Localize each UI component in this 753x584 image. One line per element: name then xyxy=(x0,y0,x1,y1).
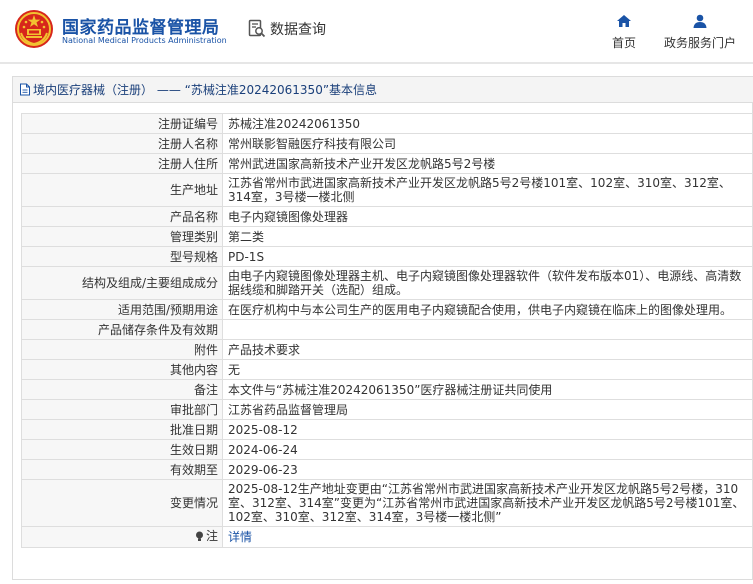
data-query-label: 数据查询 xyxy=(270,22,326,38)
nav-home-label: 首页 xyxy=(611,36,636,50)
field-value: 电子内窥镜图像处理器 xyxy=(222,206,753,227)
user-icon xyxy=(693,14,707,28)
site-title[interactable]: 国家药品监督管理局 xyxy=(62,13,220,38)
table-row: 适用范围/预期用途 在医疗机构中与本公司生产的医用电子内窥镜配合使用，供电子内窥… xyxy=(21,299,753,320)
table-row: 注册人名称 常州联影智融医疗科技有限公司 xyxy=(21,133,753,154)
field-label: 产品名称 xyxy=(21,206,223,227)
field-label: 备注 xyxy=(21,379,223,400)
field-label: 注册人住所 xyxy=(21,153,223,174)
note-label-cell: 注 xyxy=(21,526,223,548)
field-value: 江苏省常州市武进国家高新技术产业开发区龙帆路5号2号楼101室、102室、310… xyxy=(222,173,753,207)
table-row: 管理类别 第二类 xyxy=(21,226,753,247)
panel-title-bar: 境内医疗器械（注册） —— “苏械注准20242061350”基本信息 xyxy=(13,77,753,103)
field-label: 生效日期 xyxy=(21,439,223,460)
data-query-link[interactable]: 数据查询 xyxy=(248,18,326,40)
field-label: 适用范围/预期用途 xyxy=(21,299,223,320)
document-icon xyxy=(20,83,30,96)
registration-info-table: 注册证编号 苏械注准20242061350 注册人名称 常州联影智融医疗科技有限… xyxy=(21,113,753,548)
field-value: 2024-06-24 xyxy=(222,439,753,460)
panel-title: 境内医疗器械（注册） —— “苏械注准20242061350”基本信息 xyxy=(33,83,378,97)
table-row: 批准日期 2025-08-12 xyxy=(21,419,753,440)
field-value: 在医疗机构中与本公司生产的医用电子内窥镜配合使用，供电子内窥镜在临床上的图像处理… xyxy=(222,299,753,320)
field-label: 注册证编号 xyxy=(21,113,223,134)
table-row: 注册证编号 苏械注准20242061350 xyxy=(21,113,753,134)
table-row: 注 详情 xyxy=(21,526,753,548)
field-label: 管理类别 xyxy=(21,226,223,247)
lightbulb-icon xyxy=(195,531,203,541)
table-row: 有效期至 2029-06-23 xyxy=(21,459,753,480)
field-value: 常州联影智融医疗科技有限公司 xyxy=(222,133,753,154)
data-query-icon xyxy=(248,19,266,38)
field-label: 注册人名称 xyxy=(21,133,223,154)
field-value: 无 xyxy=(222,359,753,380)
field-value: 本文件与“苏械注准20242061350”医疗器械注册证共同使用 xyxy=(222,379,753,400)
field-label: 生产地址 xyxy=(21,173,223,207)
table-row: 备注 本文件与“苏械注准20242061350”医疗器械注册证共同使用 xyxy=(21,379,753,400)
nav-gov-service-portal[interactable]: 政务服务门户 xyxy=(660,14,740,51)
site-header: 国家药品监督管理局 National Medical Products Admi… xyxy=(0,0,753,62)
table-row: 生效日期 2024-06-24 xyxy=(21,439,753,460)
nav-gov-service-label: 政务服务门户 xyxy=(663,36,736,50)
note-label: 注 xyxy=(205,529,218,543)
field-value: 2029-06-23 xyxy=(222,459,753,480)
field-label: 有效期至 xyxy=(21,459,223,480)
home-icon xyxy=(617,15,631,27)
field-value: 江苏省药品监督管理局 xyxy=(222,399,753,420)
details-link[interactable]: 详情 xyxy=(228,530,252,544)
note-key: 注 xyxy=(195,529,218,543)
table-row: 审批部门 江苏省药品监督管理局 xyxy=(21,399,753,420)
detail-panel: 境内医疗器械（注册） —— “苏械注准20242061350”基本信息 注册证编… xyxy=(12,76,753,580)
table-row: 结构及组成/主要组成成分 由电子内窥镜图像处理器主机、电子内窥镜图像处理器软件（… xyxy=(21,266,753,300)
field-label: 其他内容 xyxy=(21,359,223,380)
nav-home[interactable]: 首页 xyxy=(606,14,642,51)
national-emblem-icon[interactable] xyxy=(14,9,54,49)
site-subtitle[interactable]: National Medical Products Administration xyxy=(62,36,227,45)
field-value: PD-1S xyxy=(222,246,753,267)
field-label: 附件 xyxy=(21,339,223,360)
field-label: 产品储存条件及有效期 xyxy=(21,319,223,340)
field-value: 常州武进国家高新技术产业开发区龙帆路5号2号楼 xyxy=(222,153,753,174)
field-value: 2025-08-12 xyxy=(222,419,753,440)
field-value: 第二类 xyxy=(222,226,753,247)
field-label: 结构及组成/主要组成成分 xyxy=(21,266,223,300)
table-row: 附件 产品技术要求 xyxy=(21,339,753,360)
field-label: 型号规格 xyxy=(21,246,223,267)
field-value: 苏械注准20242061350 xyxy=(222,113,753,134)
field-value: 产品技术要求 xyxy=(222,339,753,360)
table-row: 型号规格 PD-1S xyxy=(21,246,753,267)
table-row: 变更情况 2025-08-12生产地址变更由“江苏省常州市武进国家高新技术产业开… xyxy=(21,479,753,527)
note-value-cell: 详情 xyxy=(222,526,753,548)
table-row: 生产地址 江苏省常州市武进国家高新技术产业开发区龙帆路5号2号楼101室、102… xyxy=(21,173,753,207)
header-divider xyxy=(0,62,753,64)
table-row: 产品储存条件及有效期 xyxy=(21,319,753,340)
field-value: 2025-08-12生产地址变更由“江苏省常州市武进国家高新技术产业开发区龙帆路… xyxy=(222,479,753,527)
table-row: 注册人住所 常州武进国家高新技术产业开发区龙帆路5号2号楼 xyxy=(21,153,753,174)
field-value: 由电子内窥镜图像处理器主机、电子内窥镜图像处理器软件（软件发布版本01）、电源线… xyxy=(222,266,753,300)
table-row: 产品名称 电子内窥镜图像处理器 xyxy=(21,206,753,227)
field-label: 审批部门 xyxy=(21,399,223,420)
field-label: 变更情况 xyxy=(21,479,223,527)
field-value xyxy=(222,319,753,340)
table-row: 其他内容 无 xyxy=(21,359,753,380)
field-label: 批准日期 xyxy=(21,419,223,440)
